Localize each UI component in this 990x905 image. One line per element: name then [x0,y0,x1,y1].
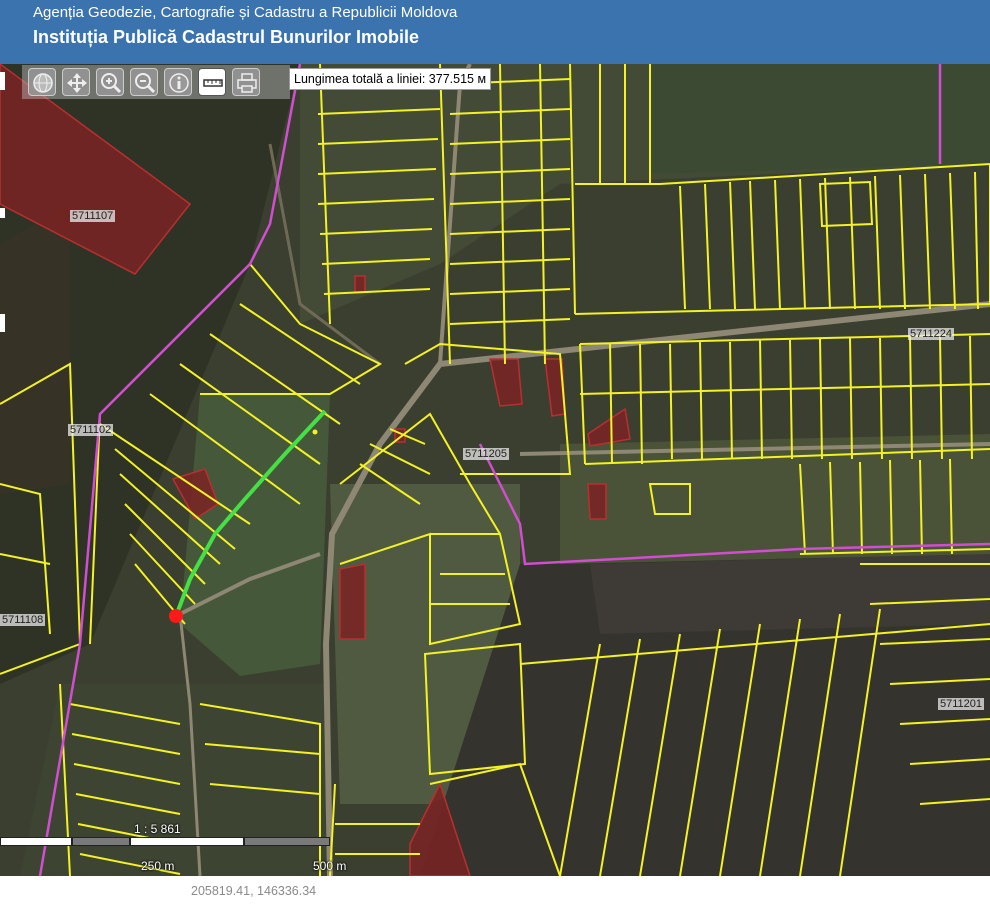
parcel-label: 5711107 [70,210,116,222]
info-icon[interactable] [164,68,192,96]
zoom-in-icon[interactable] [96,68,124,96]
parcel-label: 5711108 [0,614,46,626]
side-handle [0,72,5,90]
map-viewport[interactable]: 5711107 5711224 5711102 5711205 5711108 … [0,64,990,876]
parcel-label: 5711224 [908,328,955,340]
institution-name: Instituția Publică Cadastrul Bunurilor I… [33,27,420,47]
agency-name: Agenția Geodezie, Cartografie și Cadastr… [33,4,458,21]
scale-ratio: 1 : 5 861 [134,822,181,836]
globe-icon[interactable] [28,68,56,96]
scale-label-mid: 250 m [141,859,175,873]
scale-label-end: 500 m [313,859,347,873]
header-banner: Agenția Geodezie, Cartografie și Cadastr… [0,0,990,64]
parcel-label: 5711102 [68,424,114,436]
scale-bar [0,837,330,847]
measurement-readout: Lungimea totală a liniei: 377.515 м [289,68,492,90]
map-layer [0,64,990,876]
print-icon[interactable] [232,68,260,96]
side-handle [0,314,5,332]
map-toolbar [22,65,290,99]
zoom-out-icon[interactable] [130,68,158,96]
side-handle [0,208,5,218]
cursor-coordinates: 205819.41, 146336.34 [191,884,317,898]
parcel-label: 5711201 [938,698,985,710]
measure-line-icon[interactable] [198,68,226,96]
pan-icon[interactable] [62,68,90,96]
measurement-start-point [169,609,183,623]
parcel-label: 5711205 [463,448,510,460]
